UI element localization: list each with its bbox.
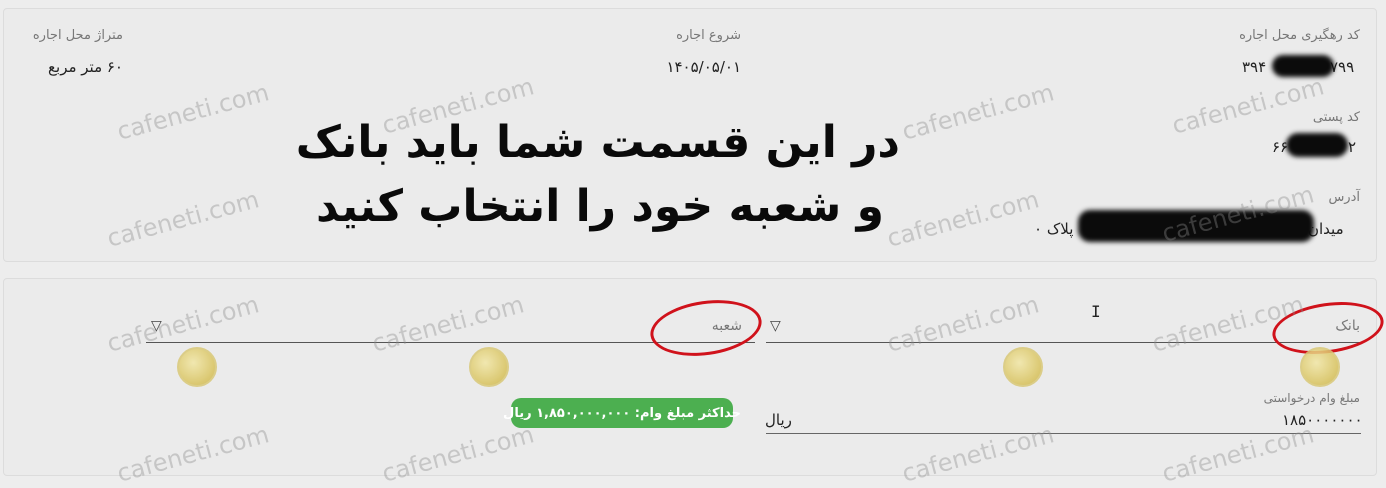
area-label: متراژ محل اجاره bbox=[32, 28, 123, 43]
lease-start-label: شروع اجاره bbox=[676, 28, 741, 43]
loan-amount-input[interactable]: ۱۸۵۰۰۰۰۰۰۰ bbox=[1282, 411, 1363, 429]
watermark-logo-icon bbox=[469, 347, 509, 387]
instruction-line-2: و شعبه خود را انتخاب کنید bbox=[316, 181, 884, 232]
watermark-logo-icon bbox=[1300, 347, 1340, 387]
postal-code-redaction bbox=[1286, 133, 1348, 157]
instruction-line-1: در این قسمت شما باید بانک bbox=[295, 117, 900, 168]
area-value: ۶۰ متر مربع bbox=[48, 58, 123, 76]
max-loan-amount-badge: حداکثر مبلغ وام: ۱,۸۵۰,۰۰۰,۰۰۰ ریال bbox=[503, 398, 741, 428]
address-value-end: پلاک ۰ bbox=[1034, 220, 1074, 238]
address-label: آدرس bbox=[1328, 190, 1360, 205]
loan-amount-label: مبلغ وام درخواستی bbox=[1263, 391, 1360, 405]
tracking-code-label: کد رهگیری محل اجاره bbox=[1239, 28, 1360, 43]
watermark-logo-icon bbox=[177, 347, 217, 387]
currency-label: ریال bbox=[765, 411, 792, 429]
bank-select[interactable] bbox=[766, 342, 1361, 343]
watermark-logo-icon bbox=[1003, 347, 1043, 387]
postal-code-suffix: ۲ bbox=[1348, 138, 1357, 156]
loan-amount-underline bbox=[766, 433, 1361, 434]
address-redaction bbox=[1078, 210, 1314, 242]
tracking-code-prefix: ۳۹۴ bbox=[1242, 58, 1267, 76]
postal-code-label: کد پستی bbox=[1312, 110, 1360, 125]
lease-start-value: ۱۴۰۵/۰۵/۰۱ bbox=[666, 58, 741, 76]
tracking-code-redaction bbox=[1272, 55, 1334, 77]
bank-select-chevron-down-icon[interactable]: ▽ bbox=[770, 318, 781, 334]
branch-select-chevron-down-icon[interactable]: ▽ bbox=[151, 318, 162, 334]
text-cursor-icon: I bbox=[1091, 302, 1101, 321]
